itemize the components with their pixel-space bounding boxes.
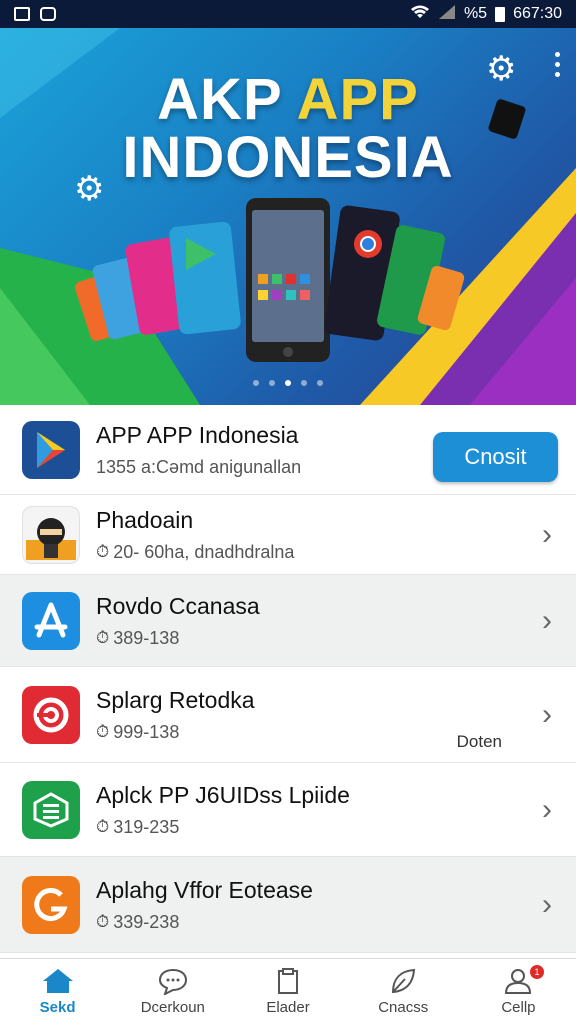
nav-item-home[interactable]: Sekd xyxy=(0,959,115,1024)
banner-title-word1: AKP xyxy=(157,67,282,132)
notification-icon xyxy=(40,7,56,21)
profile-icon xyxy=(505,969,532,994)
clock-icon: ⏱ xyxy=(96,628,110,647)
carousel-dot[interactable] xyxy=(253,380,259,386)
carousel-dot[interactable] xyxy=(301,380,307,386)
notification-badge: 1 xyxy=(530,965,545,979)
clipboard-icon xyxy=(278,968,298,994)
gear-icon: ⚙ xyxy=(74,170,105,208)
app-subtitle: 319-235 xyxy=(113,816,180,837)
g-logo-icon xyxy=(22,875,80,934)
carousel-dot-active[interactable] xyxy=(285,380,291,386)
app-title: Phadoain xyxy=(96,506,194,533)
app-title: Aplck PP J6UIDss Lpiide xyxy=(96,781,350,808)
nav-item-chat[interactable]: Dcerkoun xyxy=(115,959,230,1024)
app-subtitle: 20- 60ha, dnadhdralna xyxy=(113,541,295,562)
nav-item-clipboard[interactable]: Elader xyxy=(230,959,345,1024)
app-list: APP APP Indonesia 1355 a:Cəmd anigunalla… xyxy=(0,405,576,953)
chevron-right-icon[interactable]: › xyxy=(542,698,552,732)
play-store-icon xyxy=(22,420,80,479)
list-item[interactable]: Rovdo Ccanasa ⏱ 389-138 › xyxy=(0,575,576,667)
app-subtitle: 1355 a:Cəmd anigunallan xyxy=(96,456,302,477)
status-time: 667:30 xyxy=(513,5,562,22)
app-title: APP APP Indonesia xyxy=(96,421,299,448)
nav-label: Cellp xyxy=(501,999,536,1016)
clock-icon: ⏱ xyxy=(96,912,110,931)
settings-gear-icon[interactable]: ⚙ xyxy=(486,52,516,86)
list-item[interactable]: Splarg Retodka ⏱ 999-138 › Doten xyxy=(0,667,576,763)
more-options-icon[interactable] xyxy=(555,52,560,77)
app-title: Splarg Retodka xyxy=(96,686,255,713)
clock-icon: ⏱ xyxy=(96,817,110,836)
list-item[interactable]: Phadoain ⏱ 20- 60ha, dnadhdralna › xyxy=(0,495,576,575)
battery-icon xyxy=(495,6,506,22)
app-store-icon xyxy=(22,591,80,650)
book-icon xyxy=(22,780,80,839)
bottom-navigation: Sekd Dcerkoun Elader Cnacss 1 Cellp xyxy=(0,958,576,1024)
ninja-icon xyxy=(22,505,80,564)
gallery-icon xyxy=(14,7,30,21)
list-item-featured[interactable]: APP APP Indonesia 1355 a:Cəmd anigunalla… xyxy=(0,405,576,495)
nav-label: Elader xyxy=(266,999,310,1016)
chat-icon xyxy=(158,968,187,995)
wifi-icon xyxy=(410,4,430,25)
app-subtitle: 339-238 xyxy=(113,911,180,932)
nav-item-profile[interactable]: 1 Cellp xyxy=(461,959,576,1024)
banner-title-word2: APP xyxy=(296,67,419,132)
swirl-icon xyxy=(22,685,80,744)
list-item[interactable]: Aplck PP J6UIDss Lpiide ⏱ 319-235 › xyxy=(0,763,576,857)
clock-icon: ⏱ xyxy=(96,542,110,561)
nav-label: Cnacss xyxy=(378,999,429,1016)
app-subtitle: 999-138 xyxy=(113,721,180,742)
app-title: Rovdo Ccanasa xyxy=(96,592,260,619)
row-note: Doten xyxy=(456,732,502,751)
chevron-right-icon[interactable]: › xyxy=(542,888,552,922)
nav-item-leaf[interactable]: Cnacss xyxy=(346,959,461,1024)
nav-label: Dcerkoun xyxy=(140,999,205,1016)
leaf-icon xyxy=(392,968,416,994)
signal-icon xyxy=(438,4,456,25)
app-title: Aplahg Vffor Eotease xyxy=(96,876,313,903)
chevron-right-icon[interactable]: › xyxy=(542,793,552,827)
install-button[interactable]: Cnosit xyxy=(433,432,558,482)
carousel-dot[interactable] xyxy=(317,380,323,386)
app-subtitle: 389-138 xyxy=(113,627,180,648)
chevron-right-icon[interactable]: › xyxy=(542,518,552,552)
chevron-right-icon[interactable]: › xyxy=(542,604,552,638)
promo-banner[interactable]: AKP APP INDONESIA ⚙ ⚙ xyxy=(0,28,576,405)
clock-icon: ⏱ xyxy=(96,722,110,741)
status-bar: %5 667:30 xyxy=(0,0,576,28)
battery-percent: %5 xyxy=(463,5,488,22)
carousel-indicator[interactable] xyxy=(0,380,576,386)
list-item[interactable]: Aplahg Vffor Eotease ⏱ 339-238 › xyxy=(0,857,576,953)
carousel-dot[interactable] xyxy=(269,380,275,386)
home-icon xyxy=(42,969,73,993)
nav-label: Sekd xyxy=(39,999,76,1016)
app-card-play xyxy=(169,221,241,335)
